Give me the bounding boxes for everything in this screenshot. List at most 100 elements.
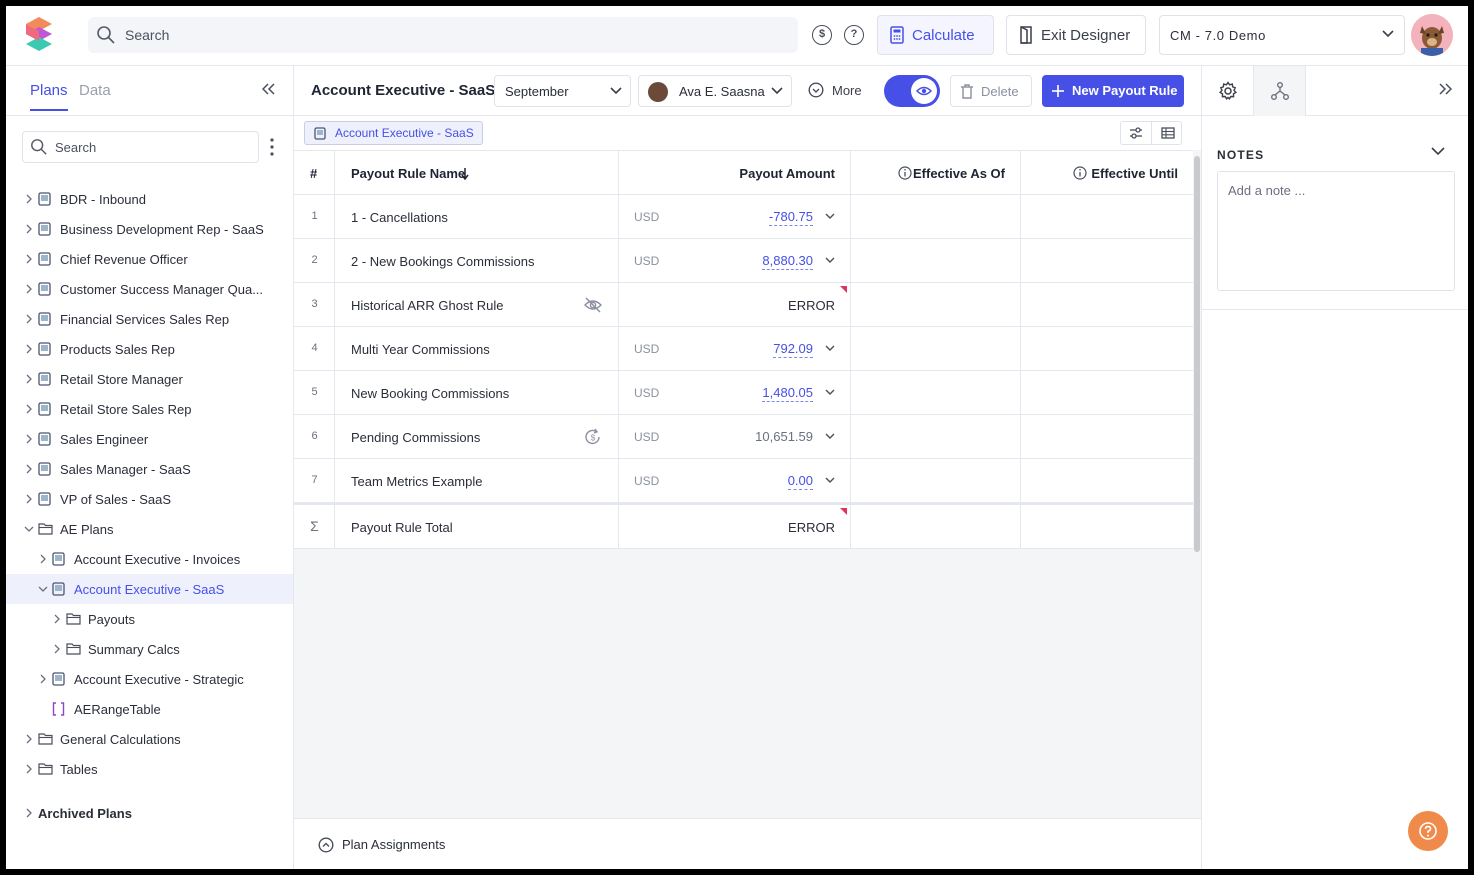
info-icon[interactable] — [898, 166, 912, 180]
tree-item[interactable]: Customer Success Manager Qua... — [6, 274, 293, 304]
chevron-down-icon[interactable] — [1431, 146, 1445, 156]
effective-until-cell[interactable] — [1021, 415, 1193, 459]
plan-search-input[interactable]: Search — [22, 131, 259, 163]
user-avatar[interactable] — [1411, 14, 1453, 56]
tree-item-label: Payouts — [88, 612, 135, 627]
notes-textarea[interactable]: Add a note ... — [1217, 171, 1455, 291]
chevron-down-icon[interactable] — [825, 345, 835, 352]
payout-amount[interactable]: 0.00 — [787, 473, 813, 490]
payout-rule-name[interactable]: 1 - Cancellations — [351, 210, 448, 225]
tree-item[interactable]: Account Executive - Strategic — [6, 664, 293, 694]
delete-button[interactable]: Delete — [950, 75, 1032, 107]
effective-until-cell[interactable] — [1021, 239, 1193, 283]
folder-icon — [38, 763, 53, 775]
collapse-sidebar-icon[interactable] — [262, 83, 276, 95]
table-row[interactable]: 4 Multi Year Commissions USD 792.09 — [294, 327, 1193, 371]
table-header-row: # Payout Rule Name Payout Amount Effecti… — [294, 151, 1193, 195]
tree-item[interactable]: Account Executive - SaaS — [6, 574, 293, 604]
payout-amount[interactable]: 8,880.30 — [762, 253, 813, 270]
help-icon[interactable]: ? — [844, 25, 864, 45]
effective-as-of-cell[interactable] — [851, 239, 1021, 283]
table-row[interactable]: 7 Team Metrics Example USD 0.00 — [294, 459, 1193, 503]
tree-item[interactable]: Payouts — [6, 604, 293, 634]
dollar-icon[interactable]: $ — [812, 25, 832, 45]
plan-assignments-bar[interactable]: Plan Assignments — [294, 818, 1201, 869]
archived-plans-item[interactable]: Archived Plans — [6, 798, 293, 828]
table-scrollbar[interactable] — [1194, 156, 1200, 552]
filter-view-button[interactable] — [1121, 122, 1152, 144]
payout-rule-name[interactable]: New Booking Commissions — [351, 386, 509, 401]
tree-item[interactable]: AERangeTable — [6, 694, 293, 724]
effective-as-of-cell[interactable] — [851, 415, 1021, 459]
tree-item[interactable]: Financial Services Sales Rep — [6, 304, 293, 334]
app-logo[interactable] — [24, 15, 54, 55]
payout-rule-name[interactable]: Multi Year Commissions — [351, 342, 490, 357]
chevron-down-icon[interactable] — [825, 433, 835, 440]
effective-until-cell[interactable] — [1021, 371, 1193, 415]
tree-item[interactable]: Retail Store Manager — [6, 364, 293, 394]
payout-amount[interactable]: 10,651.59 — [755, 429, 813, 445]
money-refresh-icon[interactable]: $ — [583, 428, 603, 446]
tree-item[interactable]: Retail Store Sales Rep — [6, 394, 293, 424]
tree-item[interactable]: Products Sales Rep — [6, 334, 293, 364]
payout-rule-name[interactable]: Team Metrics Example — [351, 474, 482, 489]
chevron-down-icon[interactable] — [825, 257, 835, 264]
breadcrumb-chip[interactable]: Account Executive - SaaS — [304, 121, 483, 145]
tree-item[interactable]: Sales Engineer — [6, 424, 293, 454]
effective-until-cell[interactable] — [1021, 327, 1193, 371]
new-payout-rule-button[interactable]: New Payout Rule — [1042, 75, 1184, 107]
effective-as-of-cell[interactable] — [851, 371, 1021, 415]
tree-item[interactable]: Chief Revenue Officer — [6, 244, 293, 274]
table-row[interactable]: 3 Historical ARR Ghost Rule ERROR — [294, 283, 1193, 327]
payout-rule-name[interactable]: Historical ARR Ghost Rule — [351, 298, 503, 313]
effective-as-of-cell[interactable] — [851, 283, 1021, 327]
effective-until-cell[interactable] — [1021, 283, 1193, 327]
user-select[interactable]: Ava E. Saasna — [638, 75, 792, 107]
more-options-icon[interactable] — [268, 137, 276, 157]
info-icon[interactable] — [1073, 166, 1087, 180]
payout-amount[interactable]: 792.09 — [773, 341, 813, 358]
tab-plans[interactable]: Plans — [30, 82, 68, 111]
table-row[interactable]: 1 1 - Cancellations USD -780.75 — [294, 195, 1193, 239]
chevron-right-icon — [26, 254, 32, 264]
global-search-input[interactable]: Search — [88, 17, 798, 53]
tree-item[interactable]: Business Development Rep - SaaS — [6, 214, 293, 244]
tree-item[interactable]: AE Plans — [6, 514, 293, 544]
tree-item[interactable]: VP of Sales - SaaS — [6, 484, 293, 514]
payout-amount[interactable]: -780.75 — [768, 209, 813, 226]
table-row[interactable]: 6 Pending Commissions $ USD 10,651.59 — [294, 415, 1193, 459]
tree-item[interactable]: Sales Manager - SaaS — [6, 454, 293, 484]
eye-off-icon[interactable] — [583, 296, 603, 314]
effective-as-of-cell[interactable] — [851, 327, 1021, 371]
expand-panel-icon[interactable] — [1438, 83, 1452, 95]
table-row[interactable]: 5 New Booking Commissions USD 1,480.05 — [294, 371, 1193, 415]
payout-amount[interactable]: 1,480.05 — [762, 385, 813, 402]
tree-item[interactable]: General Calculations — [6, 724, 293, 754]
table-row[interactable]: 2 2 - New Bookings Commissions USD 8,880.30 — [294, 239, 1193, 283]
exit-designer-button[interactable]: Exit Designer — [1006, 15, 1146, 55]
payout-rule-name[interactable]: 2 - New Bookings Commissions — [351, 254, 535, 269]
effective-until-cell[interactable] — [1021, 459, 1193, 503]
payout-rule-name[interactable]: Pending Commissions — [351, 430, 480, 445]
tree-item[interactable]: Account Executive - Invoices — [6, 544, 293, 574]
table-view-button[interactable] — [1152, 122, 1183, 144]
effective-as-of-cell[interactable] — [851, 195, 1021, 239]
tab-data[interactable]: Data — [79, 82, 111, 99]
tree-item[interactable]: BDR - Inbound — [6, 184, 293, 214]
effective-until-cell[interactable] — [1021, 195, 1193, 239]
plan-icon — [38, 192, 51, 206]
sort-by-name[interactable]: Payout Rule Name — [335, 151, 619, 195]
tab-settings[interactable] — [1202, 66, 1254, 116]
preview-toggle[interactable] — [884, 75, 940, 107]
period-select[interactable]: September — [494, 75, 631, 107]
chevron-down-icon[interactable] — [825, 213, 835, 220]
help-button[interactable] — [1408, 811, 1448, 851]
effective-as-of-cell[interactable] — [851, 459, 1021, 503]
calculate-button[interactable]: Calculate — [877, 15, 994, 55]
tree-item[interactable]: Summary Calcs — [6, 634, 293, 664]
tree-item[interactable]: Tables — [6, 754, 293, 784]
chevron-down-icon[interactable] — [825, 477, 835, 484]
tab-dependencies[interactable] — [1254, 66, 1306, 116]
environment-select[interactable]: CM - 7.0 Demo — [1159, 15, 1405, 55]
chevron-down-icon[interactable] — [825, 389, 835, 396]
